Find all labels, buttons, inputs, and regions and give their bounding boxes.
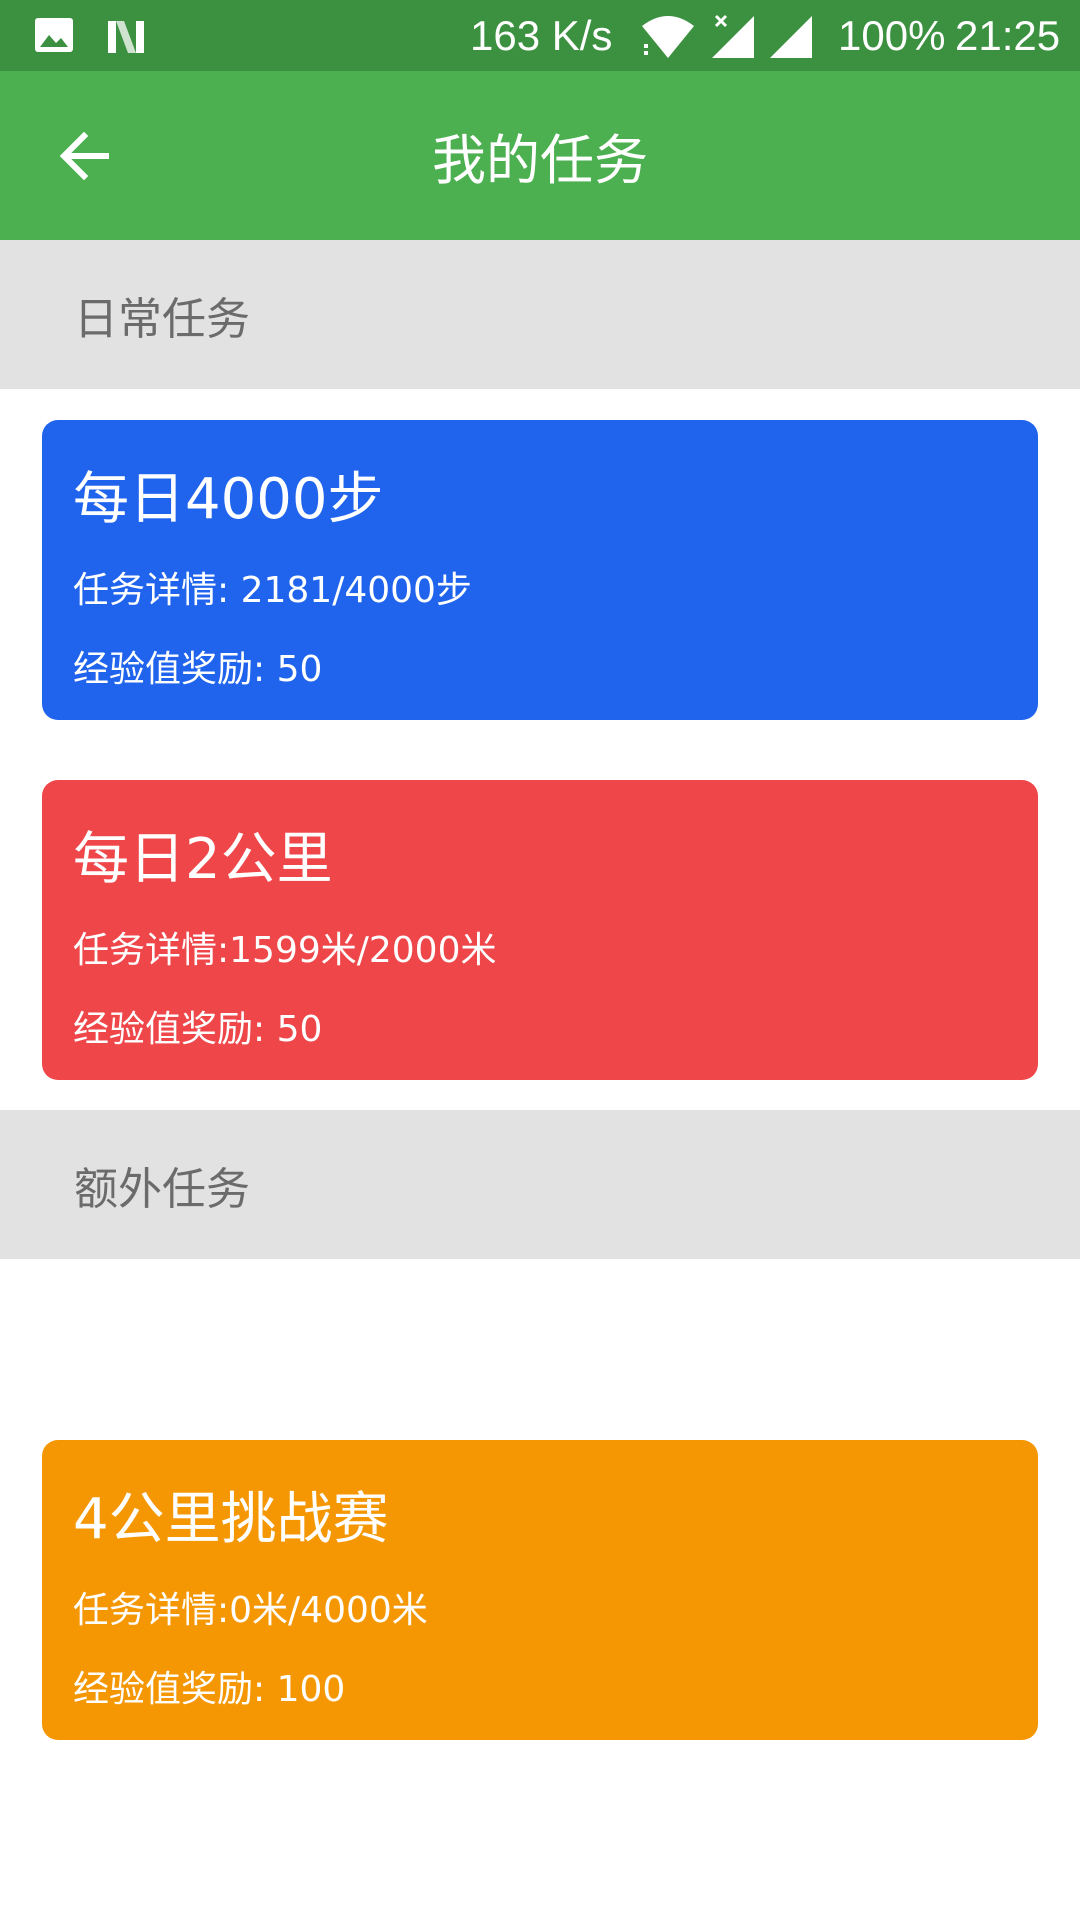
task-card[interactable]: 4公里挑战赛 任务详情:0米/4000米 经验值奖励: 100 (42, 1440, 1038, 1740)
page-title: 我的任务 (432, 129, 648, 192)
app-bar: 我的任务 (0, 71, 1080, 240)
task-title: 4公里挑战赛 (73, 1487, 389, 1552)
network-speed: 163 K/s (470, 12, 613, 59)
task-detail: 任务详情: 2181/4000步 (73, 570, 472, 611)
signal-icon (770, 16, 812, 58)
battery-level: 100% (838, 12, 946, 59)
task-detail: 任务详情:1599米/2000米 (73, 930, 497, 971)
task-reward: 经验值奖励: 100 (73, 1669, 346, 1710)
section-header-daily: 日常任务 (0, 240, 1080, 389)
section-label: 额外任务 (74, 1163, 250, 1215)
wifi-icon (642, 16, 694, 58)
task-reward: 经验值奖励: 50 (73, 1009, 323, 1050)
task-title: 每日4000步 (73, 467, 384, 532)
section-label: 日常任务 (74, 293, 250, 345)
clock: 21:25 (955, 12, 1061, 59)
status-bar: 163 K/s 100% 21:25 (0, 0, 1080, 71)
signal-icon (712, 14, 754, 58)
task-card[interactable]: 每日2公里 任务详情:1599米/2000米 经验值奖励: 50 (42, 780, 1038, 1080)
back-button[interactable] (40, 112, 128, 200)
arrow-left-icon (59, 131, 109, 181)
task-reward: 经验值奖励: 50 (73, 649, 323, 690)
n-icon (108, 21, 144, 53)
task-title: 每日2公里 (73, 827, 333, 892)
image-icon (35, 18, 73, 52)
task-card[interactable]: 每日4000步 任务详情: 2181/4000步 经验值奖励: 50 (42, 420, 1038, 720)
task-detail: 任务详情:0米/4000米 (73, 1590, 428, 1631)
section-header-extra: 额外任务 (0, 1110, 1080, 1259)
